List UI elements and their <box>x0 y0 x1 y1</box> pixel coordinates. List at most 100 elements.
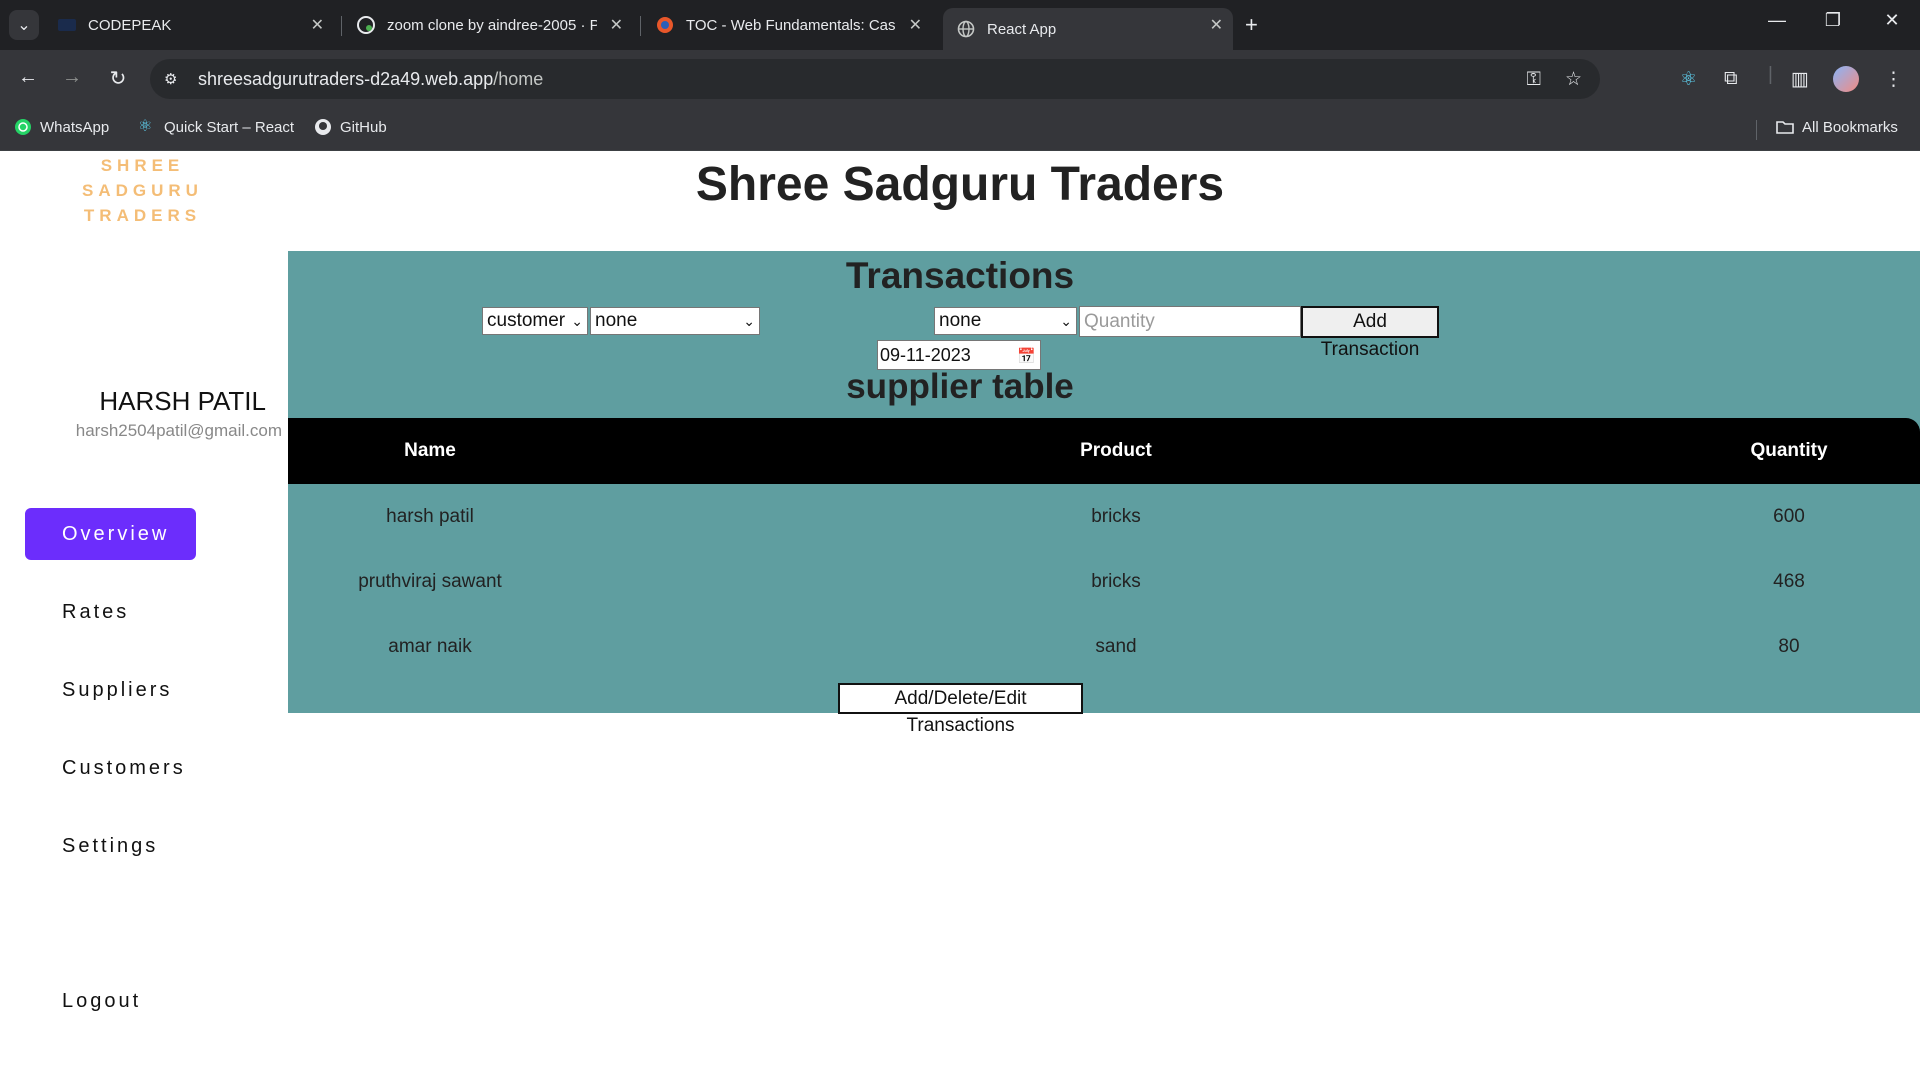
brand-logo: SHREE SADGURU TRADERS <box>60 153 225 228</box>
bookmark-github[interactable]: GitHub <box>314 118 387 136</box>
user-name: HARSH PATIL <box>99 386 266 416</box>
folder-icon <box>1776 118 1794 136</box>
table-row: pruthviraj sawant bricks 468 <box>288 549 1920 614</box>
bookmark-quick-start-react[interactable]: ⚛ Quick Start – React <box>138 118 294 136</box>
toolbar-divider: | <box>1768 64 1773 85</box>
chevron-down-icon: ⌄ <box>17 17 31 34</box>
react-devtools-icon[interactable]: ⚛ <box>1680 68 1697 91</box>
header-product: Product <box>1080 440 1152 461</box>
reload-icon: ↻ <box>109 68 127 90</box>
tab-codepeak[interactable]: CODEPEAK ✕ <box>44 8 334 42</box>
party-select[interactable]: none ⌄ <box>590 307 760 335</box>
cell-quantity: 80 <box>1778 635 1800 657</box>
nav-rates[interactable]: Rates <box>25 586 196 638</box>
cell-product: bricks <box>1091 570 1141 592</box>
cell-product: bricks <box>1091 505 1141 527</box>
tab-title: TOC - Web Fundamentals: Casc <box>686 16 896 34</box>
react-icon: ⚛ <box>138 118 153 135</box>
github-icon <box>314 118 332 136</box>
edit-transactions-button[interactable]: Add/Delete/Edit Transactions <box>838 683 1083 736</box>
new-tab-button[interactable]: + <box>1245 12 1258 38</box>
back-button[interactable]: ← <box>13 66 43 89</box>
nav-logout[interactable]: Logout <box>25 975 196 1027</box>
tab-title: zoom clone by aindree-2005 · P <box>387 16 597 34</box>
bookmark-label: GitHub <box>340 118 387 136</box>
bookmarks-bar: WhatsApp ⚛ Quick Start – React GitHub Al… <box>0 108 1920 151</box>
add-transaction-button[interactable]: Add Transaction <box>1301 306 1439 360</box>
url-text: shreesadgurutraders-d2a49.web.app/home <box>198 69 543 90</box>
product-select-value: none <box>939 310 982 331</box>
chevron-down-icon: ⌄ <box>1060 313 1072 329</box>
site-info-icon[interactable]: ⚙ <box>164 70 186 88</box>
side-panel-icon[interactable]: ▥ <box>1791 68 1809 91</box>
type-select[interactable]: customer ⌄ <box>482 307 588 335</box>
reload-button[interactable]: ↻ <box>103 66 133 91</box>
table-header: Name Product Quantity <box>288 418 1920 484</box>
cell-quantity: 600 <box>1773 505 1805 527</box>
cell-quantity: 468 <box>1773 570 1805 592</box>
key-icon[interactable]: ⚿ <box>1526 69 1540 90</box>
logo-line: TRADERS <box>83 206 202 225</box>
tab-title: React App <box>987 20 1057 38</box>
tab-react-app[interactable]: React App ✕ <box>943 8 1233 50</box>
close-icon[interactable]: ✕ <box>311 15 324 35</box>
table-row: harsh patil bricks 600 <box>288 484 1920 549</box>
profile-avatar[interactable] <box>1833 66 1859 92</box>
date-value: 09-11-2023 <box>880 345 971 365</box>
close-icon: ✕ <box>1884 10 1900 30</box>
more-menu-icon[interactable]: ⋮ <box>1884 68 1903 91</box>
tab-search-button[interactable]: ⌄ <box>9 10 39 40</box>
date-input[interactable]: 09-11-2023 📅 <box>877 340 1041 370</box>
nav-settings[interactable]: Settings <box>25 820 196 872</box>
bookmark-label: WhatsApp <box>40 118 110 136</box>
cell-product: sand <box>1095 635 1137 657</box>
arrow-left-icon: ← <box>18 66 38 88</box>
browser-toolbar: ← → ↻ ⚙ shreesadgurutraders-d2a49.web.ap… <box>0 50 1920 108</box>
tab-title: CODEPEAK <box>88 16 172 34</box>
all-bookmarks[interactable]: All Bookmarks <box>1776 118 1898 136</box>
section-title: Transactions <box>845 255 1075 296</box>
logo-line: SHREE <box>100 156 185 175</box>
arrow-right-icon: → <box>62 66 82 88</box>
minimize-icon: — <box>1768 10 1786 30</box>
address-bar[interactable]: ⚙ shreesadgurutraders-d2a49.web.app/home… <box>150 59 1600 99</box>
product-select[interactable]: none ⌄ <box>934 307 1077 335</box>
tab-toc[interactable]: TOC - Web Fundamentals: Casc ✕ <box>642 8 932 42</box>
type-select-value: customer <box>487 310 566 331</box>
forward-button[interactable]: → <box>57 66 87 89</box>
bookmark-whatsapp[interactable]: WhatsApp <box>14 118 109 136</box>
bookmarks-divider <box>1756 120 1757 140</box>
minimize-button[interactable]: — <box>1757 10 1797 31</box>
tab-bar: ⌄ CODEPEAK ✕ zoom clone by aindree-2005 … <box>0 0 1920 50</box>
close-icon[interactable]: ✕ <box>610 15 623 35</box>
supplier-table: Name Product Quantity harsh patil bricks… <box>288 418 1920 679</box>
nav-overview[interactable]: Overview <box>25 508 196 560</box>
address-bar-actions: ⚿ ☆ <box>1502 68 1582 91</box>
header-quantity: Quantity <box>1750 440 1828 461</box>
nav-suppliers[interactable]: Suppliers <box>25 664 196 716</box>
close-window-button[interactable]: ✕ <box>1872 10 1912 31</box>
restore-button[interactable]: ❐ <box>1813 10 1853 31</box>
quantity-input[interactable]: Quantity <box>1079 306 1301 337</box>
nav-customers[interactable]: Customers <box>25 742 196 794</box>
plus-icon: + <box>1245 12 1258 37</box>
header-name: Name <box>404 440 456 461</box>
app-page: SHREE SADGURU TRADERS HARSH PATIL harsh2… <box>0 151 1920 1080</box>
logo-line: SADGURU <box>82 181 203 200</box>
chevron-down-icon: ⌄ <box>743 313 755 329</box>
star-icon[interactable]: ☆ <box>1565 69 1582 90</box>
cell-name: amar naik <box>388 635 472 657</box>
site-title: Shree Sadguru Traders <box>695 158 1225 211</box>
tab-zoom-clone[interactable]: zoom clone by aindree-2005 · P ✕ <box>343 8 633 42</box>
cell-name: pruthviraj sawant <box>358 570 502 592</box>
globe-icon <box>957 20 975 38</box>
close-icon[interactable]: ✕ <box>1210 15 1223 35</box>
bookmark-label: Quick Start – React <box>164 118 295 136</box>
url-path: /home <box>493 68 544 89</box>
close-icon[interactable]: ✕ <box>909 15 922 35</box>
table-title: supplier table <box>846 367 1074 406</box>
toc-favicon-icon <box>656 16 674 34</box>
extensions-icon[interactable]: ⧉ <box>1724 68 1738 90</box>
user-email: harsh2504patil@gmail.com <box>75 421 282 440</box>
tab-divider <box>341 16 342 36</box>
